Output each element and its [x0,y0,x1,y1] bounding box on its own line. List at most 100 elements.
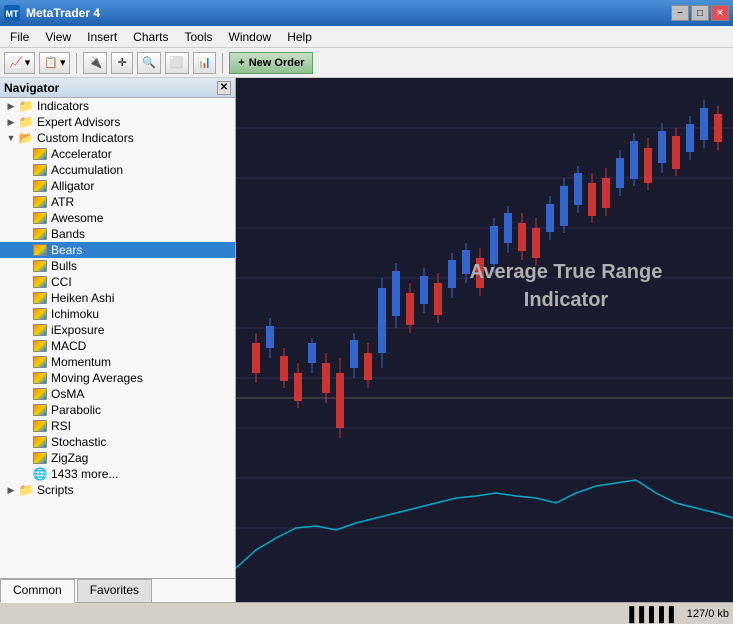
alligator-icon [32,179,48,193]
indicators-label: Indicators [37,99,89,113]
menu-insert[interactable]: Insert [79,28,125,46]
minimize-button[interactable]: − [671,5,689,21]
tree-item-parabolic[interactable]: Parabolic [0,402,235,418]
navigator-tabs: Common Favorites [0,578,235,602]
custom-indicators-label: Custom Indicators [37,131,134,145]
bulls-icon [32,259,48,273]
tree-item-cci[interactable]: CCI [0,274,235,290]
accumulation-icon [32,163,48,177]
bands-icon [32,227,48,241]
toolbar-separator-2 [222,53,223,73]
momentum-label: Momentum [51,355,111,369]
maximize-button[interactable]: □ [691,5,709,21]
toolbar-new-chart[interactable]: 📈 ▾ [4,52,35,74]
expert-advisors-label: Expert Advisors [37,115,120,129]
new-order-icon: + [238,57,244,69]
more-label: 1433 more... [51,467,118,481]
indicators-folder-icon: 📁 [18,99,34,113]
expand-indicators-icon: ▶ [4,99,18,113]
toolbar-templates[interactable]: 📋 ▾ [39,52,70,74]
expand-ea-icon: ▶ [4,115,18,129]
tree-item-awesome[interactable]: Awesome [0,210,235,226]
tab-common[interactable]: Common [0,579,75,603]
tree-item-scripts[interactable]: ▶ 📁 Scripts [0,482,235,498]
tree-item-more[interactable]: 🌐 1433 more... [0,466,235,482]
tree-item-ichimoku[interactable]: Ichimoku [0,306,235,322]
tree-item-momentum[interactable]: Momentum [0,354,235,370]
tree-item-iexposure[interactable]: iExposure [0,322,235,338]
custom-folder-icon: 📂 [18,131,34,145]
bulls-label: Bulls [51,259,77,273]
accelerator-label: Accelerator [51,147,112,161]
tree-item-atr[interactable]: ATR [0,194,235,210]
parabolic-label: Parabolic [51,403,101,417]
expand-custom-icon: ▼ [4,131,18,145]
tree-item-macd[interactable]: MACD [0,338,235,354]
navigator-panel: Navigator ✕ ▶ 📁 Indicators ▶ 📁 Expert Ad… [0,78,236,602]
chart-type-icon: 📊 [198,56,212,69]
menu-charts[interactable]: Charts [125,28,176,46]
toolbar-chart-type[interactable]: 📊 [193,52,217,74]
menu-tools[interactable]: Tools [177,28,221,46]
tree-item-expert-advisors[interactable]: ▶ 📁 Expert Advisors [0,114,235,130]
new-chart-icon: 📈 [9,56,23,69]
tree-item-accelerator[interactable]: Accelerator [0,146,235,162]
title-bar: MT MetaTrader 4 − □ ✕ [0,0,733,26]
toolbar-zoom-in[interactable]: 🔍 [137,52,161,74]
crosshair-icon: ✛ [118,56,127,69]
svg-text:Average True Range: Average True Range [470,261,663,283]
toolbar: 📈 ▾ 📋 ▾ 🔌 ✛ 🔍 ⬜ 📊 + New Order [0,48,733,78]
menu-window[interactable]: Window [221,28,280,46]
tree-item-bears[interactable]: Bears [0,242,235,258]
iexposure-icon [32,323,48,337]
heiken-ashi-icon [32,291,48,305]
menu-help[interactable]: Help [279,28,320,46]
menu-view[interactable]: View [37,28,79,46]
title-bar-text: MetaTrader 4 [26,6,671,20]
toolbar-dropdown-icon: ▾ [25,56,31,69]
accumulation-label: Accumulation [51,163,123,177]
navigator-header: Navigator ✕ [0,78,235,98]
rsi-label: RSI [51,419,71,433]
ichimoku-label: Ichimoku [51,307,99,321]
chart-svg: Average True Range Indicator [236,78,733,580]
more-icon: 🌐 [32,467,48,481]
tree-item-bulls[interactable]: Bulls [0,258,235,274]
tree-item-accumulation[interactable]: Accumulation [0,162,235,178]
tree-item-zigzag[interactable]: ZigZag [0,450,235,466]
memory-bars-icon: ▌▌▌▌▌ [629,606,679,622]
navigator-tree: ▶ 📁 Indicators ▶ 📁 Expert Advisors ▼ 📂 C… [0,98,235,578]
title-bar-buttons: − □ ✕ [671,5,729,21]
ea-folder-icon: 📁 [18,115,34,129]
rsi-icon [32,419,48,433]
toolbar-zoom-out[interactable]: ⬜ [165,52,189,74]
tree-item-moving-averages[interactable]: Moving Averages [0,370,235,386]
new-order-button[interactable]: + New Order [229,52,313,74]
macd-icon [32,339,48,353]
navigator-title: Navigator [4,81,59,95]
tree-item-osma[interactable]: OsMA [0,386,235,402]
parabolic-icon [32,403,48,417]
tree-item-bands[interactable]: Bands [0,226,235,242]
atr-icon [32,195,48,209]
navigator-close-button[interactable]: ✕ [217,81,231,95]
accelerator-icon [32,147,48,161]
tree-item-stochastic[interactable]: Stochastic [0,434,235,450]
bands-label: Bands [51,227,85,241]
zigzag-label: ZigZag [51,451,88,465]
heiken-ashi-label: Heiken Ashi [51,291,114,305]
toolbar-crosshair[interactable]: ✛ [111,52,133,74]
toolbar-connect[interactable]: 🔌 [83,52,107,74]
tree-item-custom-indicators[interactable]: ▼ 📂 Custom Indicators [0,130,235,146]
app-icon: MT [4,5,20,21]
tree-item-indicators[interactable]: ▶ 📁 Indicators [0,98,235,114]
tree-item-heiken-ashi[interactable]: Heiken Ashi [0,290,235,306]
tab-favorites[interactable]: Favorites [77,579,152,602]
status-right: ▌▌▌▌▌ 127/0 kb [629,606,729,622]
tree-item-alligator[interactable]: Alligator [0,178,235,194]
close-button[interactable]: ✕ [711,5,729,21]
menu-file[interactable]: File [2,28,37,46]
osma-label: OsMA [51,387,84,401]
toolbar-separator-1 [76,53,77,73]
tree-item-rsi[interactable]: RSI [0,418,235,434]
